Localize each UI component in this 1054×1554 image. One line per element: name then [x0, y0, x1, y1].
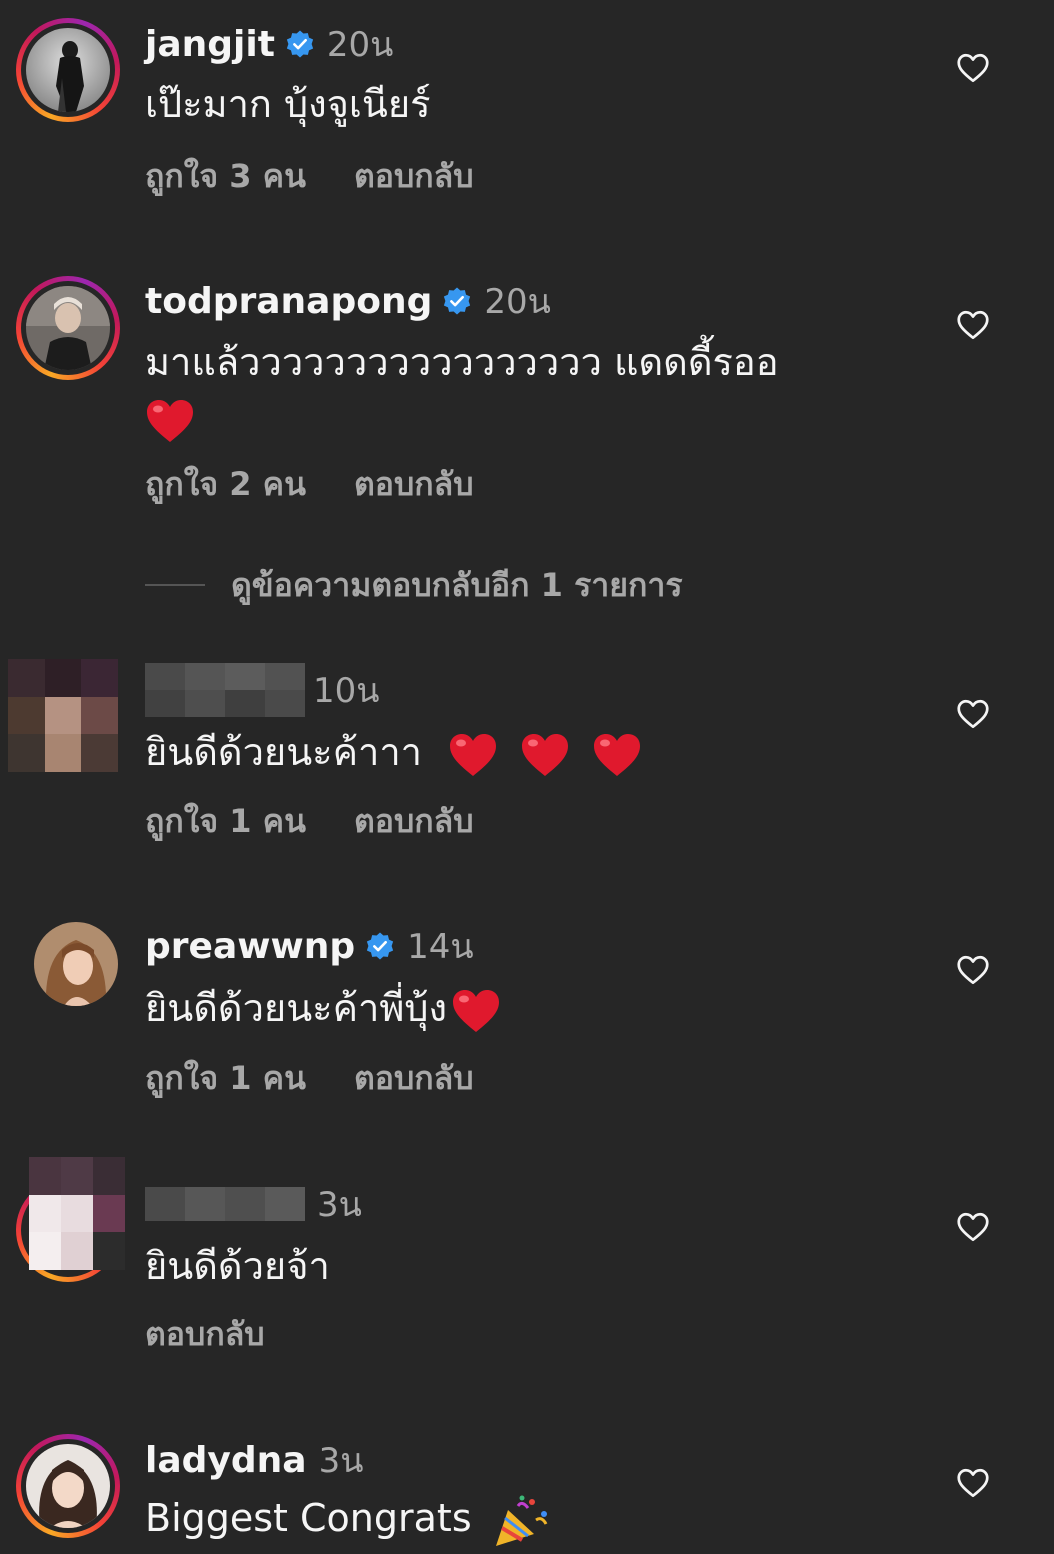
heart-outline-icon[interactable]	[955, 1465, 991, 1501]
red-heart-emoji	[594, 733, 641, 776]
verified-badge-icon	[444, 287, 471, 315]
like-count[interactable]: ถูกใจ 1 คน	[145, 796, 306, 847]
red-heart-emoji	[453, 989, 500, 1032]
heart-outline-icon[interactable]	[955, 696, 991, 732]
divider	[145, 584, 205, 586]
heart-outline-icon[interactable]	[955, 952, 991, 988]
like-count[interactable]: ถูกใจ 1 คน	[145, 1053, 306, 1104]
reply-button[interactable]: ตอบกลับ	[354, 1053, 474, 1104]
comment-header: ladydna 3น	[145, 1436, 363, 1484]
comment-text: Biggest Congrats	[145, 1490, 904, 1548]
comment-time: 20น	[326, 25, 394, 65]
avatar	[26, 1444, 110, 1528]
avatar	[26, 286, 110, 370]
comment-actions: ถูกใจ 2 คน ตอบกลับ	[145, 462, 474, 506]
comment-text: ยินดีด้วยนะค้าพี่บุ้ง	[145, 980, 904, 1036]
comment-time: 3น	[317, 1185, 362, 1225]
username-blurred[interactable]	[145, 1187, 305, 1221]
comment-header: jangjit 20น	[145, 20, 393, 68]
red-heart-emoji	[450, 733, 497, 776]
comment-time: 3น	[318, 1441, 364, 1481]
comment-text: ยินดีด้วยจ้า	[145, 1244, 330, 1288]
username[interactable]: jangjit	[145, 24, 275, 65]
comment-header: preawwnp 14น	[145, 922, 474, 970]
verified-badge-icon	[286, 30, 314, 58]
avatar-blurred	[29, 1157, 125, 1270]
verified-badge-icon	[367, 932, 394, 960]
comment-time: 14น	[407, 927, 474, 967]
comment-header: 10น	[145, 663, 380, 717]
comment-text: ยินดีด้วยนะค้าาา	[145, 724, 904, 780]
avatar-blurred[interactable]	[8, 659, 118, 772]
comment-time: 10น	[313, 671, 380, 711]
heart-outline-icon[interactable]	[955, 50, 991, 86]
reply-button[interactable]: ตอบกลับ	[354, 459, 474, 510]
avatar-story-ring[interactable]	[16, 18, 120, 122]
comment-header: todpranapong 20น	[145, 277, 551, 325]
comment-text: เป๊ะมาก บุ้งจูเนียร์	[145, 82, 431, 126]
red-heart-emoji	[147, 399, 193, 442]
comment-actions: ถูกใจ 3 คน ตอบกลับ	[145, 154, 474, 198]
username-blurred[interactable]	[145, 663, 305, 717]
avatar	[26, 28, 110, 112]
username[interactable]: todpranapong	[145, 281, 432, 322]
avatar[interactable]	[34, 922, 118, 1006]
comment-actions: ถูกใจ 1 คน ตอบกลับ	[145, 1056, 474, 1100]
comment-header: 3น	[145, 1180, 362, 1228]
comment-time: 20น	[484, 282, 551, 322]
reply-button[interactable]: ตอบกลับ	[354, 796, 474, 847]
comment-actions: ตอบกลับ	[145, 1312, 265, 1356]
view-more-replies[interactable]: ดูข้อความตอบกลับอีก 1 รายการ	[145, 563, 683, 607]
reply-button[interactable]: ตอบกลับ	[354, 151, 474, 202]
comment-text: มาแล้ววววววววววววววววว แดดดี้รออ	[145, 334, 884, 446]
heart-outline-icon[interactable]	[955, 307, 991, 343]
comment-actions: ถูกใจ 1 คน ตอบกลับ	[145, 799, 474, 843]
reply-button[interactable]: ตอบกลับ	[145, 1309, 265, 1360]
username[interactable]: preawwnp	[145, 926, 355, 967]
heart-outline-icon[interactable]	[955, 1209, 991, 1245]
avatar-story-ring[interactable]	[16, 276, 120, 380]
avatar-story-ring[interactable]	[16, 1434, 120, 1538]
username[interactable]: ladydna	[145, 1440, 307, 1481]
red-heart-emoji	[522, 733, 569, 776]
like-count[interactable]: ถูกใจ 2 คน	[145, 459, 306, 510]
party-popper-emoji	[495, 1495, 548, 1546]
like-count[interactable]: ถูกใจ 3 คน	[145, 151, 306, 202]
